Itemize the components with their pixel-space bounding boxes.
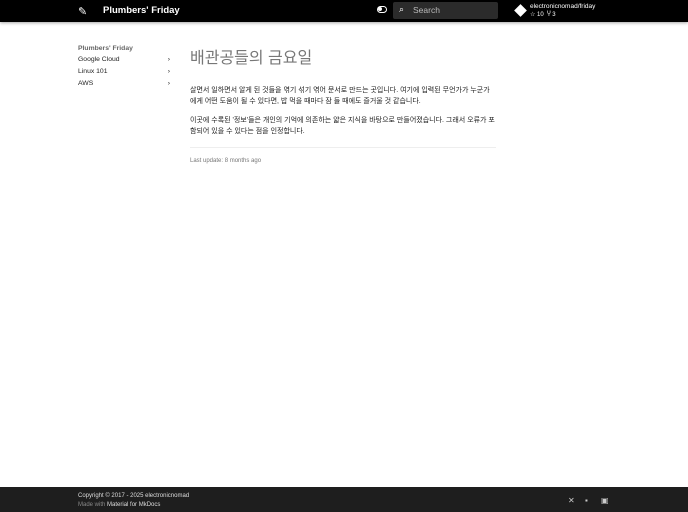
sidebar-nav: Plumbers' Friday Google Cloud › Linux 101… [78, 45, 170, 92]
search-icon: ⌕ [399, 4, 405, 14]
footer: Copyright © 2017 - 2025 electronicnomad … [0, 487, 688, 512]
nav-item-google-cloud[interactable]: Google Cloud › [78, 56, 170, 68]
disclaimer-paragraph: 이곳에 수록된 '정보'들은 개인의 기억에 의존하는 얇은 지식을 바탕으로 … [190, 117, 495, 135]
header: ✎ Plumbers' Friday ⌕ Search electronicnom… [0, 0, 688, 22]
search-input[interactable]: ⌕ Search [393, 2, 498, 19]
chevron-right-icon: › [167, 56, 170, 63]
chevron-right-icon: › [167, 80, 170, 87]
site-title[interactable]: Plumbers' Friday [103, 5, 180, 16]
palette-toggle-icon[interactable] [377, 6, 387, 13]
logo-icon[interactable]: ✎ [78, 5, 87, 18]
chevron-right-icon: › [167, 68, 170, 75]
made-with: Made with Material for MkDocs [78, 502, 160, 508]
docker-icon[interactable]: ▣ [601, 496, 609, 505]
x-icon[interactable]: ✕ [568, 496, 575, 505]
nav-item-linux-101[interactable]: Linux 101 › [78, 68, 170, 80]
repo-stars: ☆ 10 [530, 12, 544, 18]
nav-title: Plumbers' Friday [78, 45, 133, 52]
main-content: 배관공들의 금요일 살면서 일하면서 알게 된 것들을 엮기 섞기 엮어 문서로… [190, 44, 496, 164]
nav-label: Linux 101 [78, 68, 108, 75]
github-icon[interactable]: ▪ [585, 496, 588, 505]
git-icon [514, 4, 527, 17]
copyright: Copyright © 2017 - 2025 electronicnomad [78, 493, 190, 499]
repo-name: electronicnomad/friday [530, 3, 596, 10]
repo-forks: Ⴤ 3 [547, 12, 556, 18]
divider [190, 147, 496, 148]
intro-paragraph: 살면서 일하면서 알게 된 것들을 엮기 섞기 엮어 문서로 만드는 곳입니다.… [190, 87, 490, 105]
search-placeholder: Search [413, 5, 440, 15]
last-update: Last update: 8 months ago [190, 158, 262, 164]
material-link[interactable]: Material for MkDocs [107, 502, 160, 508]
nav-label: Google Cloud [78, 56, 120, 63]
nav-item-aws[interactable]: AWS › [78, 80, 170, 92]
made-with-label: Made with [78, 502, 106, 508]
page-title: 배관공들의 금요일 [190, 50, 313, 67]
nav-label: AWS [78, 80, 94, 87]
